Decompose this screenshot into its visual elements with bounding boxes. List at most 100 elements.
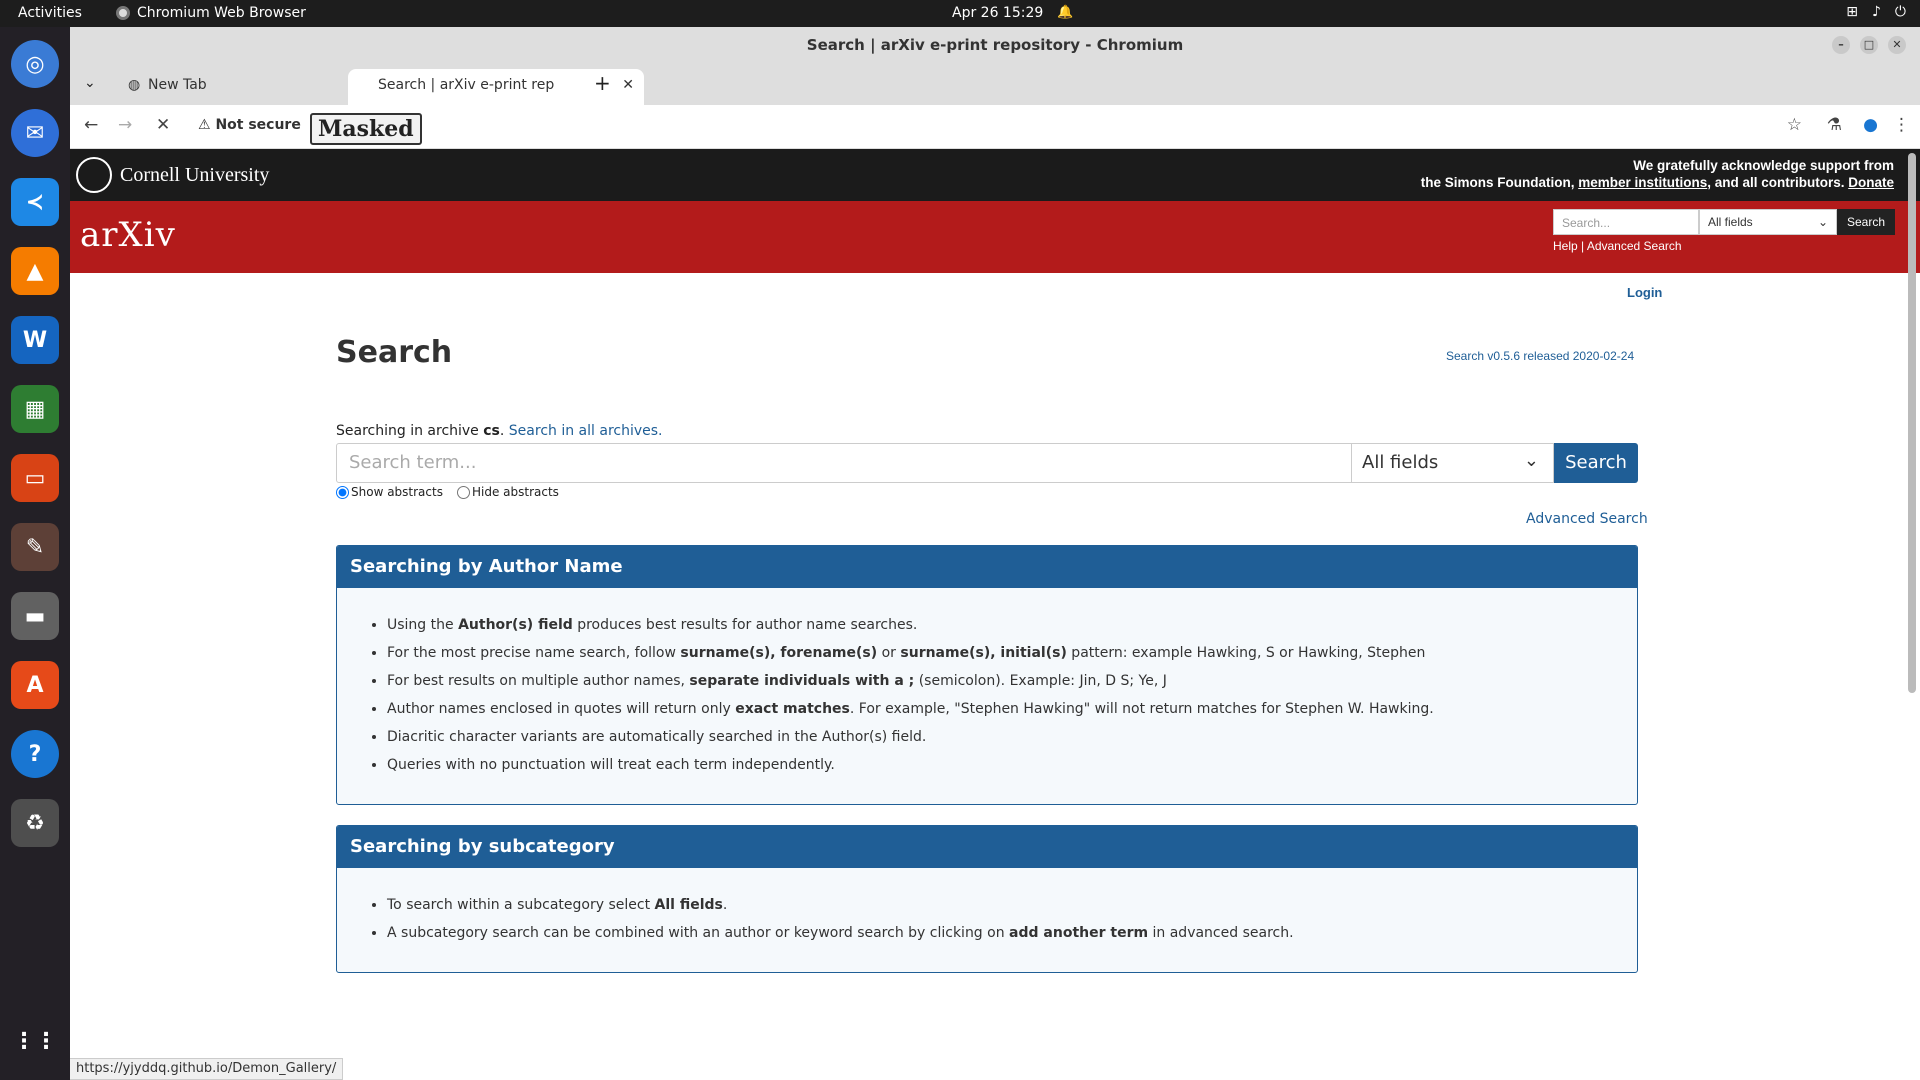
minimize-icon[interactable]: – bbox=[1832, 36, 1850, 54]
field-select-value: All fields bbox=[1362, 452, 1439, 473]
tab-label: New Tab bbox=[148, 77, 207, 93]
app-center-icon[interactable]: A bbox=[11, 661, 59, 709]
chromium-icon[interactable]: ◎ bbox=[11, 40, 59, 88]
item-text: For the most precise name search, follow bbox=[387, 645, 681, 661]
archive-pre: Searching in archive bbox=[336, 423, 484, 439]
hide-abstracts-option[interactable]: Hide abstracts bbox=[456, 485, 559, 499]
item-bold: surname(s), forename(s) bbox=[680, 645, 878, 661]
window-title: Search | arXiv e-print repository - Chro… bbox=[806, 36, 1184, 54]
item-text: or bbox=[877, 645, 901, 661]
calc-icon[interactable]: ▦ bbox=[11, 385, 59, 433]
cornell-banner: Cornell University We gratefully acknowl… bbox=[70, 149, 1920, 201]
header-field-select[interactable]: All fields ⌄ bbox=[1699, 209, 1837, 235]
header-help-links: Help | Advanced Search bbox=[1553, 239, 1682, 253]
profile-icon[interactable]: ● bbox=[1863, 115, 1878, 135]
cornell-logo[interactable]: Cornell University bbox=[76, 157, 269, 193]
page-scrollbar[interactable] bbox=[1908, 153, 1916, 693]
ack-line1: We gratefully acknowledge support from bbox=[1633, 158, 1894, 173]
tab-list-icon[interactable]: ⌄ bbox=[84, 75, 96, 91]
header-search-input[interactable]: Search... bbox=[1553, 209, 1699, 235]
chromium-small-icon bbox=[116, 6, 130, 20]
advanced-search-link[interactable]: Advanced Search bbox=[1526, 511, 1648, 527]
help-icon[interactable]: ? bbox=[11, 730, 59, 778]
vlc-icon[interactable]: ▲ bbox=[11, 247, 59, 295]
arxiv-logo[interactable]: arXiv bbox=[80, 215, 176, 255]
item-text: For best results on multiple author name… bbox=[387, 673, 690, 689]
search-term-input[interactable]: Search term... bbox=[336, 443, 1352, 483]
item-bold: Author(s) field bbox=[458, 617, 573, 633]
archive-note: Searching in archive cs. Search in all a… bbox=[336, 423, 663, 439]
list-item: Using the Author(s) field produces best … bbox=[387, 616, 1637, 635]
forward-icon[interactable]: → bbox=[118, 115, 132, 135]
app-grid-icon[interactable]: ⋮⋮ bbox=[11, 1017, 59, 1065]
bookmark-star-icon[interactable]: ☆ bbox=[1787, 115, 1802, 135]
item-bold: exact matches bbox=[735, 701, 850, 717]
writer-icon[interactable]: W bbox=[11, 316, 59, 364]
version-link[interactable]: Search v0.5.6 released 2020-02-24 bbox=[1446, 349, 1634, 363]
browser-toolbar: ← → ✕ ⚠ Not secure Masked ☆ ⚗ ● ⋮ bbox=[70, 105, 1920, 149]
search-button[interactable]: Search bbox=[1554, 443, 1638, 483]
window-titlebar: Search | arXiv e-print repository - Chro… bbox=[70, 27, 1920, 63]
list-item: To search within a subcategory select Al… bbox=[387, 896, 1637, 915]
address-bar[interactable]: Masked bbox=[310, 113, 422, 145]
item-text: To search within a subcategory select bbox=[387, 897, 655, 913]
chevron-down-icon: ⌄ bbox=[1817, 215, 1828, 229]
network-icon: ⊞ bbox=[1846, 4, 1858, 20]
list-item: Author names enclosed in quotes will ret… bbox=[387, 700, 1637, 719]
show-abstracts-radio[interactable] bbox=[336, 486, 349, 499]
app-menu[interactable]: Chromium Web Browser bbox=[116, 5, 306, 21]
show-abstracts-option[interactable]: Show abstracts bbox=[336, 485, 443, 499]
item-bold: separate individuals with a ; bbox=[689, 673, 915, 689]
header-field-value: All fields bbox=[1708, 215, 1753, 229]
donate-link[interactable]: Donate bbox=[1848, 175, 1894, 190]
panel-list: To search within a subcategory select Al… bbox=[337, 868, 1637, 966]
status-bar-url: https://yjyddq.github.io/Demon_Gallery/ bbox=[70, 1058, 344, 1080]
item-text: . For example, "Stephen Hawking" will no… bbox=[849, 701, 1434, 717]
item-bold: add another term bbox=[1009, 925, 1149, 941]
stop-icon[interactable]: ✕ bbox=[156, 115, 170, 135]
trash-icon[interactable]: ♻ bbox=[11, 799, 59, 847]
help-link[interactable]: Help bbox=[1553, 239, 1578, 253]
show-abstracts-label: Show abstracts bbox=[351, 485, 443, 499]
header-advanced-search-link[interactable]: Advanced Search bbox=[1587, 239, 1682, 253]
not-secure-badge[interactable]: ⚠ Not secure bbox=[198, 117, 301, 133]
hide-abstracts-label: Hide abstracts bbox=[471, 485, 559, 499]
labs-icon[interactable]: ⚗ bbox=[1827, 115, 1842, 135]
search-all-archives-link[interactable]: Search in all archives. bbox=[509, 423, 663, 439]
member-institutions-link[interactable]: member institutions bbox=[1578, 175, 1707, 190]
panel-list: Using the Author(s) field produces best … bbox=[337, 588, 1637, 798]
globe-icon: ◍ bbox=[128, 77, 141, 93]
login-link[interactable]: Login bbox=[1627, 285, 1662, 300]
close-icon[interactable]: ✕ bbox=[1888, 36, 1906, 54]
activities-button[interactable]: Activities bbox=[18, 5, 82, 21]
impress-icon[interactable]: ▭ bbox=[11, 454, 59, 502]
field-select[interactable]: All fields ⌄ bbox=[1352, 443, 1554, 483]
new-tab-icon[interactable]: + bbox=[594, 71, 611, 95]
cornell-seal-icon bbox=[76, 157, 112, 193]
os-top-bar: Activities Chromium Web Browser Apr 26 1… bbox=[0, 0, 1920, 27]
item-text: in advanced search. bbox=[1148, 925, 1294, 941]
vscode-icon[interactable]: ≺ bbox=[11, 178, 59, 226]
hide-abstracts-radio[interactable] bbox=[456, 486, 470, 499]
gimp-icon[interactable]: ✎ bbox=[11, 523, 59, 571]
list-item: For best results on multiple author name… bbox=[387, 672, 1637, 691]
panel-title: Searching by subcategory bbox=[337, 826, 1637, 868]
volume-icon: ♪ bbox=[1871, 4, 1881, 20]
maximize-icon[interactable]: □ bbox=[1860, 36, 1878, 54]
subcategory-help-panel: Searching by subcategory To search withi… bbox=[336, 825, 1638, 973]
tab-close-icon[interactable]: ✕ bbox=[622, 69, 634, 101]
files-icon[interactable]: ▬ bbox=[11, 592, 59, 640]
thunderbird-icon[interactable]: ✉ bbox=[11, 109, 59, 157]
list-item: Diacritic character variants are automat… bbox=[387, 728, 1637, 747]
list-item: For the most precise name search, follow… bbox=[387, 644, 1637, 663]
back-icon[interactable]: ← bbox=[84, 115, 98, 135]
item-text: . bbox=[722, 897, 728, 913]
menu-icon[interactable]: ⋮ bbox=[1893, 115, 1910, 135]
item-bold: All fields bbox=[654, 897, 723, 913]
app-name: Chromium Web Browser bbox=[137, 5, 306, 21]
clock[interactable]: Apr 26 15:29 bbox=[952, 5, 1043, 21]
header-search-button[interactable]: Search bbox=[1837, 209, 1895, 235]
bell-icon: 🔔 bbox=[1057, 5, 1074, 20]
panel-title: Searching by Author Name bbox=[337, 546, 1637, 588]
system-tray[interactable]: ⊞ ♪ ⏻ bbox=[1846, 4, 1906, 20]
